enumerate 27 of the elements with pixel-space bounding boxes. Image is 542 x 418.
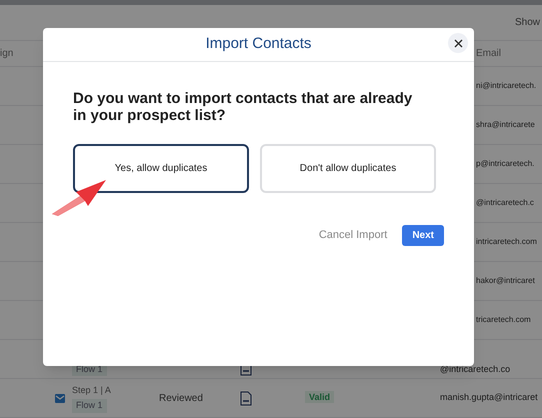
email-cell: intricaretech.com — [476, 236, 537, 248]
email-cell: shra@intricarete — [476, 119, 535, 131]
cancel-button[interactable]: Cancel Import — [318, 227, 388, 244]
option-card[interactable]: Yes, allow duplicates — [73, 144, 249, 193]
email-cell: ni@intricaretech. — [476, 80, 536, 92]
close-button[interactable] — [448, 33, 468, 53]
column-header: ign — [0, 47, 14, 61]
mail-icon — [55, 394, 65, 402]
email-cell-text: @intricaretech.co — [440, 362, 510, 376]
flow-tag: Flow 1 — [72, 399, 107, 412]
show-label: Show — [514, 16, 540, 30]
column-header: Email — [476, 47, 502, 61]
file-icon — [240, 390, 252, 406]
status-text: Reviewed — [159, 392, 203, 404]
email-cell-text: manish.gupta@intricaret — [440, 391, 538, 404]
option-card[interactable]: Don't allow duplicates — [260, 144, 436, 193]
email-cell: p@intricaretech. — [476, 158, 534, 170]
modal-title: Import Contacts — [206, 34, 312, 54]
email-cell: hakor@intricaret — [476, 275, 535, 287]
step-label: Step 1 | A — [72, 384, 111, 397]
next-button[interactable]: Next — [402, 225, 444, 246]
email-cell: @intricaretech.c — [476, 197, 534, 209]
email-cell: tricaretech.com — [476, 314, 531, 326]
valid-badge: Valid — [305, 391, 334, 404]
pointer-arrow-drawing — [52, 178, 106, 216]
close-icon — [454, 38, 462, 48]
question-text: Do you want to import contacts that are already in your prospect list? — [73, 90, 414, 124]
